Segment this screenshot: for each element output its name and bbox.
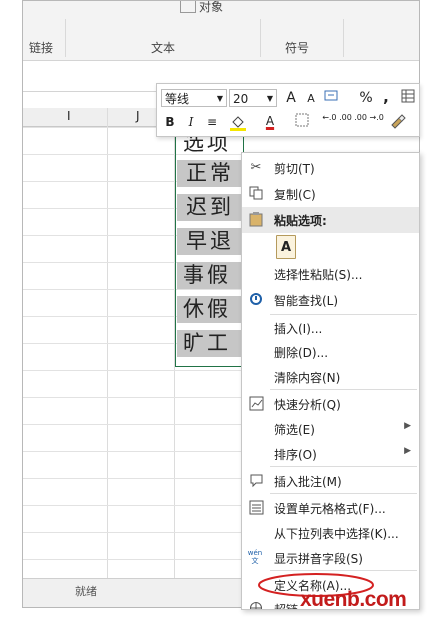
- borders-icon[interactable]: [293, 113, 311, 131]
- menu-item-label: 快速分析(Q): [274, 398, 341, 412]
- italic-button[interactable]: I: [182, 113, 200, 131]
- font-name-select[interactable]: 等线 ▼: [161, 89, 227, 107]
- menu-separator: [270, 466, 417, 467]
- comment-icon: [248, 473, 264, 489]
- menu-item-label: 筛选(E): [274, 423, 315, 437]
- menu-item-label: 剪切(T): [274, 162, 315, 176]
- object-label: 对象: [199, 0, 224, 14]
- font-color-button[interactable]: A: [261, 112, 279, 130]
- table-format-icon[interactable]: [399, 89, 417, 107]
- menu-item-label: 选择性粘贴(S)...: [274, 268, 363, 282]
- menu-item-label: 复制(C): [274, 188, 316, 202]
- shrink-font-button[interactable]: A: [302, 90, 320, 108]
- ribbon-separator: [65, 19, 66, 57]
- cell-absent[interactable]: 旷工: [177, 330, 242, 357]
- object-checkbox[interactable]: [180, 1, 196, 13]
- menu-separator: [270, 389, 417, 390]
- paste-text-icon[interactable]: A: [276, 235, 296, 259]
- menu-paste-options-header: 粘贴选项:: [242, 207, 419, 233]
- format-painter-icon[interactable]: [389, 113, 407, 131]
- menu-item-copy[interactable]: 复制(C): [242, 181, 419, 207]
- menu-item-insert[interactable]: 插入(I)...: [242, 315, 419, 341]
- clipboard-icon: [248, 212, 264, 228]
- ribbon: 对象 链接 文本 符号: [23, 1, 419, 61]
- column-header-i[interactable]: I: [67, 109, 71, 123]
- cell-style-icon[interactable]: [323, 89, 341, 107]
- menu-item-sort[interactable]: 排序(O) ▶: [242, 441, 419, 467]
- align-button[interactable]: ≡: [203, 113, 221, 131]
- quick-analysis-icon: [248, 396, 264, 412]
- menu-item-filter[interactable]: 筛选(E) ▶: [242, 416, 419, 442]
- context-menu: ✂ 剪切(T) 复制(C) 粘贴选项: A 选择性粘贴(S)... 智能查找(L…: [241, 152, 420, 610]
- menu-item-label: 显示拼音字段(S): [274, 552, 363, 566]
- watermark: xuenb.com: [300, 588, 407, 611]
- menu-item-show-phonetic[interactable]: wén 文 显示拼音字段(S): [242, 545, 419, 571]
- copy-icon: [248, 186, 264, 202]
- menu-item-label: 删除(D)...: [274, 346, 329, 360]
- grow-font-button[interactable]: A: [282, 89, 300, 107]
- selected-range[interactable]: 选项 正常 迟到 早退 事假 休假 旷工: [175, 129, 244, 367]
- ribbon-group-text: 文本: [151, 41, 176, 55]
- menu-item-label: 超链: [274, 603, 299, 610]
- submenu-arrow-icon: ▶: [404, 446, 411, 456]
- bold-button[interactable]: B: [161, 113, 179, 131]
- ribbon-group-symbol: 符号: [285, 41, 310, 55]
- mini-toolbar: 等线 ▼ 20 ▼ A A % , B I ≡ A ←.0 .00 .00 →.…: [156, 83, 420, 137]
- submenu-arrow-icon: ▶: [404, 421, 411, 431]
- menu-item-label: 排序(O): [274, 448, 317, 462]
- menu-item-delete[interactable]: 删除(D)...: [242, 339, 419, 365]
- font-size-select[interactable]: 20 ▼: [229, 89, 277, 107]
- menu-item-cut[interactable]: ✂ 剪切(T): [242, 155, 419, 181]
- menu-item-format-cells[interactable]: 设置单元格格式(F)...: [242, 495, 419, 521]
- menu-item-clear-contents[interactable]: 清除内容(N): [242, 364, 419, 390]
- menu-item-paste-special[interactable]: 选择性粘贴(S)...: [242, 261, 419, 287]
- menu-item-label: 智能查找(L): [274, 294, 339, 308]
- decrease-decimal-button[interactable]: .00 →.0: [354, 113, 384, 131]
- ribbon-group-link: 链接: [29, 41, 54, 55]
- font-size-value: 20: [233, 92, 249, 106]
- scissors-icon: ✂: [250, 160, 262, 175]
- menu-item-pick-from-list[interactable]: 从下拉列表中选择(K)...: [242, 520, 419, 546]
- menu-item-label: 插入批注(M): [274, 475, 342, 489]
- chevron-down-icon: ▼: [216, 94, 223, 103]
- cell-vacation[interactable]: 休假: [177, 296, 242, 323]
- paste-option-keep-text[interactable]: A: [242, 233, 419, 263]
- cell-early-leave[interactable]: 早退: [177, 228, 242, 255]
- menu-item-label: 清除内容(N): [274, 371, 341, 385]
- status-text: 就绪: [75, 585, 97, 598]
- comma-button[interactable]: ,: [377, 88, 395, 106]
- ribbon-separator: [260, 19, 261, 57]
- smart-lookup-icon: [248, 292, 264, 308]
- fill-color-icon[interactable]: [229, 113, 247, 131]
- ribbon-separator: [343, 19, 344, 57]
- globe-icon: [248, 601, 264, 609]
- format-cells-icon: [248, 500, 264, 516]
- font-name-value: 等线: [165, 92, 190, 106]
- cell-normal[interactable]: 正常: [177, 160, 242, 187]
- menu-item-smart-lookup[interactable]: 智能查找(L): [242, 287, 419, 313]
- cell-personal-leave[interactable]: 事假: [177, 262, 242, 289]
- menu-item-label: 设置单元格格式(F)...: [274, 502, 386, 516]
- chevron-down-icon: ▼: [266, 94, 273, 103]
- menu-item-label: 插入(I)...: [274, 322, 323, 336]
- cell-late[interactable]: 迟到: [177, 194, 242, 221]
- increase-decimal-button[interactable]: ←.0 .00: [322, 113, 352, 131]
- phonetic-icon: wén 文: [247, 549, 263, 565]
- menu-separator: [270, 493, 417, 494]
- menu-item-label: 从下拉列表中选择(K)...: [274, 527, 399, 541]
- menu-item-label: 粘贴选项:: [274, 214, 327, 228]
- column-header-j[interactable]: J: [136, 109, 140, 123]
- menu-item-insert-comment[interactable]: 插入批注(M): [242, 468, 419, 494]
- percent-button[interactable]: %: [357, 89, 375, 107]
- menu-item-quick-analysis[interactable]: 快速分析(Q): [242, 391, 419, 417]
